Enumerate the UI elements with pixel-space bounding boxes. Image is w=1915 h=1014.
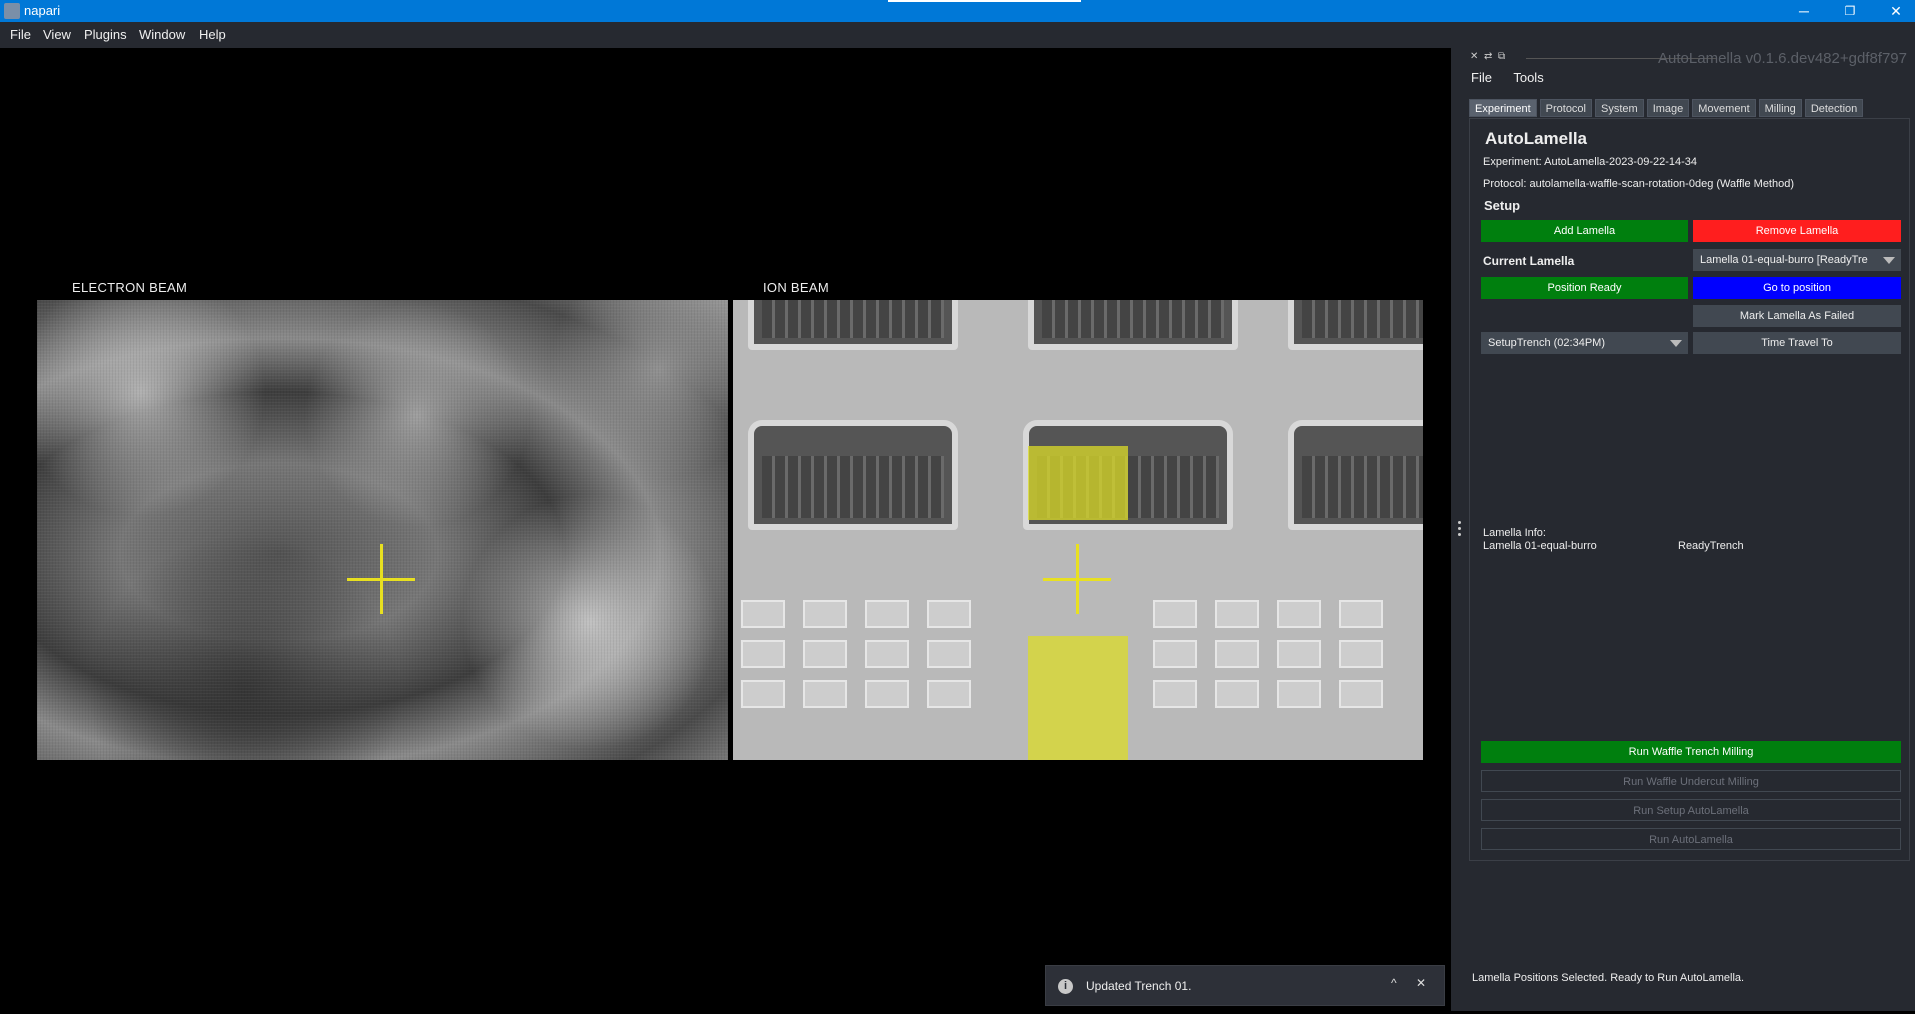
time-travel-button[interactable]: Time Travel To — [1693, 332, 1901, 354]
run-waffle-undercut-milling-button[interactable]: Run Waffle Undercut Milling — [1481, 770, 1901, 792]
notification-toast: i Updated Trench 01. ^ ✕ — [1045, 965, 1445, 1006]
experiment-name: Experiment: AutoLamella-2023-09-22-14-34 — [1483, 156, 1698, 168]
dock-close-icon[interactable]: ✕ — [1470, 51, 1478, 62]
tab-movement[interactable]: Movement — [1692, 99, 1756, 117]
chevron-down-icon — [1883, 257, 1895, 264]
lamella-info-label: Lamella Info: — [1483, 527, 1546, 539]
close-window-button[interactable]: ✕ — [1873, 0, 1915, 22]
tab-milling[interactable]: Milling — [1758, 99, 1802, 117]
window-titlebar: napari ─ ❐ ✕ — [0, 0, 1915, 22]
plugin-menubar: File Tools — [1471, 70, 1562, 90]
trench-milling-pattern-lower[interactable] — [1028, 636, 1128, 760]
tab-image[interactable]: Image — [1646, 99, 1690, 117]
info-icon: i — [1058, 979, 1073, 994]
plugin-menu-tools[interactable]: Tools — [1513, 70, 1543, 85]
dock-title-bar: ✕ ⇄ ⧉ AutoLamella v0.1.6.dev482+gdf8f797 — [1466, 48, 1915, 70]
protocol-name: Protocol: autolamella-waffle-scan-rotati… — [1483, 178, 1795, 190]
experiment-panel: AutoLamella Experiment: AutoLamella-2023… — [1469, 118, 1910, 861]
trench-row-top — [733, 300, 1423, 360]
add-lamella-button[interactable]: Add Lamella — [1481, 220, 1688, 242]
run-autolamella-button[interactable]: Run AutoLamella — [1481, 828, 1901, 850]
ion-crosshair-vertical — [1076, 544, 1079, 614]
chevron-down-icon — [1670, 340, 1682, 347]
tab-detection[interactable]: Detection — [1804, 99, 1864, 117]
menu-plugins[interactable]: Plugins — [84, 27, 127, 42]
plugin-tabs: Experiment Protocol System Image Movemen… — [1469, 99, 1866, 117]
menu-file[interactable]: File — [10, 27, 31, 42]
expand-toast-icon[interactable]: ^ — [1391, 976, 1397, 990]
go-to-position-button[interactable]: Go to position — [1693, 277, 1901, 299]
menu-help[interactable]: Help — [199, 27, 226, 42]
dock-hide-icon[interactable]: ⧉ — [1498, 51, 1505, 62]
remove-lamella-button[interactable]: Remove Lamella — [1693, 220, 1901, 242]
mark-lamella-failed-button[interactable]: Mark Lamella As Failed — [1693, 305, 1901, 327]
dismiss-toast-icon[interactable]: ✕ — [1416, 976, 1426, 990]
minimize-button[interactable]: ─ — [1781, 0, 1827, 22]
electron-crosshair-vertical — [380, 544, 383, 614]
ion-beam-image[interactable] — [733, 300, 1423, 760]
current-lamella-value: Lamella 01-equal-burro [ReadyTre — [1700, 254, 1868, 266]
menu-view[interactable]: View — [43, 27, 71, 42]
tab-protocol[interactable]: Protocol — [1539, 99, 1592, 117]
titlebar-focus-strip — [888, 0, 1081, 2]
plugin-title: AutoLamella v0.1.6.dev482+gdf8f797 — [1658, 50, 1907, 67]
plugin-menu-file[interactable]: File — [1471, 70, 1492, 85]
menu-window[interactable]: Window — [139, 27, 185, 42]
autolamella-dock-widget: ✕ ⇄ ⧉ AutoLamella v0.1.6.dev482+gdf8f797… — [1451, 48, 1915, 1011]
time-travel-select[interactable]: SetupTrench (02:34PM) — [1481, 332, 1688, 354]
dock-resize-handle[interactable] — [1458, 521, 1461, 537]
dock-float-icon[interactable]: ⇄ — [1484, 51, 1492, 62]
viewer-canvas[interactable]: ELECTRON BEAM ION BEAM — [5, 48, 1451, 1011]
main-menubar: File View Plugins Window Help — [0, 22, 1915, 48]
run-setup-autolamella-button[interactable]: Run Setup AutoLamella — [1481, 799, 1901, 821]
run-waffle-trench-milling-button[interactable]: Run Waffle Trench Milling — [1481, 741, 1901, 763]
window-title: napari — [24, 3, 61, 18]
lamella-info-name: Lamella 01-equal-burro — [1483, 540, 1597, 552]
panel-heading: AutoLamella — [1485, 129, 1588, 148]
position-ready-button[interactable]: Position Ready — [1481, 277, 1688, 299]
restore-button[interactable]: ❐ — [1827, 0, 1873, 22]
current-lamella-select[interactable]: Lamella 01-equal-burro [ReadyTre — [1693, 249, 1901, 271]
tab-experiment[interactable]: Experiment — [1469, 99, 1537, 117]
status-message: Lamella Positions Selected. Ready to Run… — [1472, 972, 1745, 984]
time-travel-value: SetupTrench (02:34PM) — [1488, 337, 1605, 349]
electron-beam-label: ELECTRON BEAM — [72, 280, 188, 295]
napari-app-icon — [4, 3, 20, 19]
current-lamella-label: Current Lamella — [1483, 254, 1575, 268]
electron-beam-image[interactable] — [37, 300, 728, 760]
toast-message: Updated Trench 01. — [1086, 979, 1192, 993]
lamella-info-state: ReadyTrench — [1678, 540, 1744, 552]
tab-system[interactable]: System — [1595, 99, 1644, 117]
trench-milling-pattern-upper[interactable] — [1028, 446, 1128, 520]
ion-beam-label: ION BEAM — [763, 280, 829, 295]
setup-heading: Setup — [1484, 198, 1521, 213]
